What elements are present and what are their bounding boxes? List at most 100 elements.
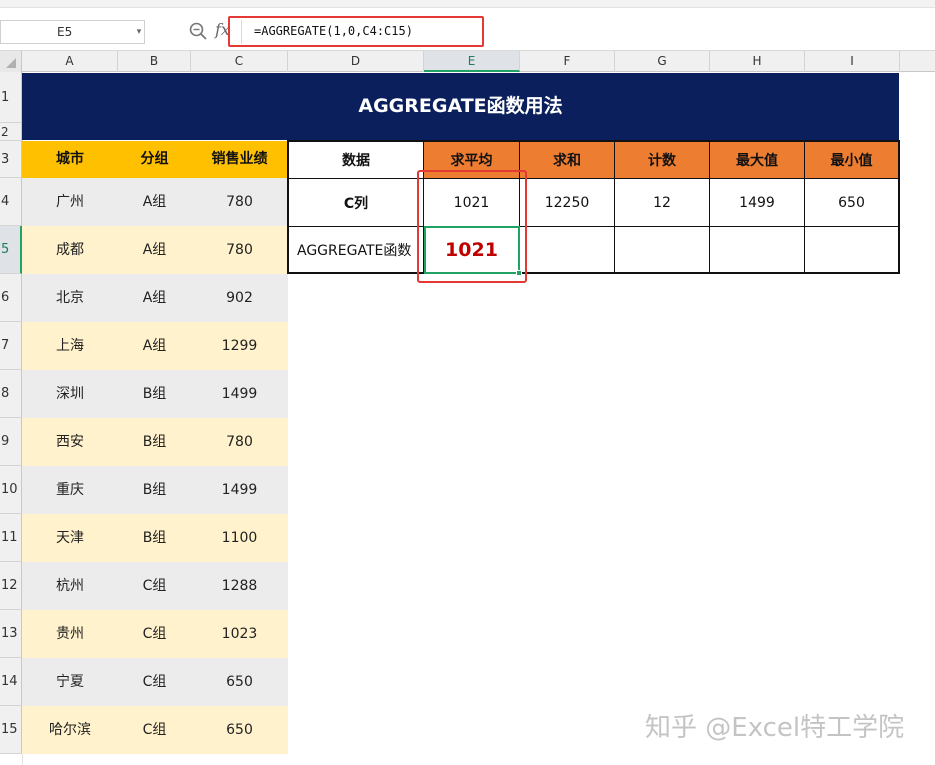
table-row: 上海 A组 1299 — [22, 322, 288, 370]
row-header-2[interactable]: 2 — [0, 123, 22, 141]
city-cell[interactable]: 贵州 — [22, 610, 118, 658]
table-row: 重庆 B组 1499 — [22, 466, 288, 514]
group-cell[interactable]: B组 — [118, 514, 191, 562]
sales-cell[interactable]: 902 — [191, 274, 288, 322]
group-cell[interactable]: B组 — [118, 466, 191, 514]
average-highlight-box — [417, 170, 527, 283]
city-cell[interactable]: 宁夏 — [22, 658, 118, 706]
aggregate-count-cell[interactable] — [615, 227, 710, 272]
table-row: 成都 A组 780 — [22, 226, 288, 274]
table-row: 广州 A组 780 — [22, 178, 288, 226]
table-row: 贵州 C组 1023 — [22, 610, 288, 658]
left-header-city[interactable]: 城市 — [22, 141, 118, 178]
sales-cell[interactable]: 1100 — [191, 514, 288, 562]
aggregate-min-cell[interactable] — [805, 227, 898, 272]
group-cell[interactable]: A组 — [118, 322, 191, 370]
group-cell[interactable]: C组 — [118, 658, 191, 706]
right-header-sum[interactable]: 求和 — [520, 142, 615, 179]
group-cell[interactable]: C组 — [118, 706, 191, 754]
row-header-13[interactable]: 13 — [0, 610, 22, 658]
row-header-14[interactable]: 14 — [0, 658, 22, 706]
column-header-h[interactable]: H — [710, 51, 805, 72]
city-cell[interactable]: 天津 — [22, 514, 118, 562]
aggregate-max-cell[interactable] — [710, 227, 805, 272]
group-cell[interactable]: A组 — [118, 178, 191, 226]
sales-cell[interactable]: 780 — [191, 418, 288, 466]
city-cell[interactable]: 成都 — [22, 226, 118, 274]
sales-cell[interactable]: 1288 — [191, 562, 288, 610]
column-header-j[interactable] — [900, 51, 935, 72]
sales-cell[interactable]: 780 — [191, 178, 288, 226]
sales-cell[interactable]: 650 — [191, 658, 288, 706]
city-cell[interactable]: 广州 — [22, 178, 118, 226]
sales-cell[interactable]: 780 — [191, 226, 288, 274]
name-box[interactable]: E5 — [0, 20, 145, 44]
column-header-g[interactable]: G — [615, 51, 710, 72]
formula-highlight-box — [228, 16, 484, 47]
table-row: 宁夏 C组 650 — [22, 658, 288, 706]
name-box-dropdown-icon[interactable]: ▾ — [133, 20, 145, 44]
row-header-4[interactable]: 4 — [0, 178, 22, 226]
row-header-12[interactable]: 12 — [0, 562, 22, 610]
city-cell[interactable]: 杭州 — [22, 562, 118, 610]
row-header-1[interactable]: 1 — [0, 72, 22, 123]
city-cell[interactable]: 哈尔滨 — [22, 706, 118, 754]
group-cell[interactable]: C组 — [118, 562, 191, 610]
group-cell[interactable]: C组 — [118, 610, 191, 658]
column-header-f[interactable]: F — [520, 51, 615, 72]
aggregate-table: 数据 求平均 求和 计数 最大值 最小值 C列 1021 12250 12 14… — [287, 140, 900, 274]
watermark: 知乎 @Excel特工学院 — [645, 713, 905, 743]
row-header-11[interactable]: 11 — [0, 514, 22, 562]
row-header-10[interactable]: 10 — [0, 466, 22, 514]
row-header-5[interactable]: 5 — [0, 226, 22, 274]
row-header-8[interactable]: 8 — [0, 370, 22, 418]
row-header-7[interactable]: 7 — [0, 322, 22, 370]
city-cell[interactable]: 重庆 — [22, 466, 118, 514]
sales-cell[interactable]: 1499 — [191, 370, 288, 418]
right-header-min[interactable]: 最小值 — [805, 142, 898, 179]
aggregate-sum-cell[interactable] — [520, 227, 615, 272]
table-row: 西安 B组 780 — [22, 418, 288, 466]
c-count-cell[interactable]: 12 — [615, 179, 710, 227]
table-row: 天津 B组 1100 — [22, 514, 288, 562]
column-header-d[interactable]: D — [288, 51, 424, 72]
select-all-triangle-icon — [6, 58, 16, 68]
column-header-c[interactable]: C — [191, 51, 288, 72]
city-cell[interactable]: 上海 — [22, 322, 118, 370]
sales-cell[interactable]: 650 — [191, 706, 288, 754]
city-cell[interactable]: 西安 — [22, 418, 118, 466]
c-max-cell[interactable]: 1499 — [710, 179, 805, 227]
left-header-sales[interactable]: 销售业绩 — [191, 141, 288, 178]
group-cell[interactable]: A组 — [118, 226, 191, 274]
zoom-icon-svg — [189, 22, 207, 40]
column-header-i[interactable]: I — [805, 51, 900, 72]
c-sum-cell[interactable]: 12250 — [520, 179, 615, 227]
sales-cell[interactable]: 1499 — [191, 466, 288, 514]
left-header-group[interactable]: 分组 — [118, 141, 191, 178]
column-header-a[interactable]: A — [22, 51, 118, 72]
city-cell[interactable]: 深圳 — [22, 370, 118, 418]
sales-cell[interactable]: 1299 — [191, 322, 288, 370]
city-cell[interactable]: 北京 — [22, 274, 118, 322]
row-label-c-column[interactable]: C列 — [289, 179, 424, 227]
row-header-9[interactable]: 9 — [0, 418, 22, 466]
right-header-count[interactable]: 计数 — [615, 142, 710, 179]
row-header-3[interactable]: 3 — [0, 141, 22, 178]
zoom-icon[interactable] — [188, 21, 208, 41]
c-min-cell[interactable]: 650 — [805, 179, 898, 227]
title-banner[interactable]: AGGREGATE函数用法 — [22, 73, 899, 140]
table-row: 杭州 C组 1288 — [22, 562, 288, 610]
group-cell[interactable]: A组 — [118, 274, 191, 322]
row-label-aggregate[interactable]: AGGREGATE函数 — [289, 227, 424, 272]
group-cell[interactable]: B组 — [118, 418, 191, 466]
row-header-15[interactable]: 15 — [0, 706, 22, 754]
column-header-b[interactable]: B — [118, 51, 191, 72]
sales-cell[interactable]: 1023 — [191, 610, 288, 658]
right-header-data[interactable]: 数据 — [289, 142, 424, 179]
table-row: 哈尔滨 C组 650 — [22, 706, 288, 754]
right-header-max[interactable]: 最大值 — [710, 142, 805, 179]
row-header-6[interactable]: 6 — [0, 274, 22, 322]
column-header-e[interactable]: E — [424, 51, 520, 72]
table-row: 北京 A组 902 — [22, 274, 288, 322]
group-cell[interactable]: B组 — [118, 370, 191, 418]
